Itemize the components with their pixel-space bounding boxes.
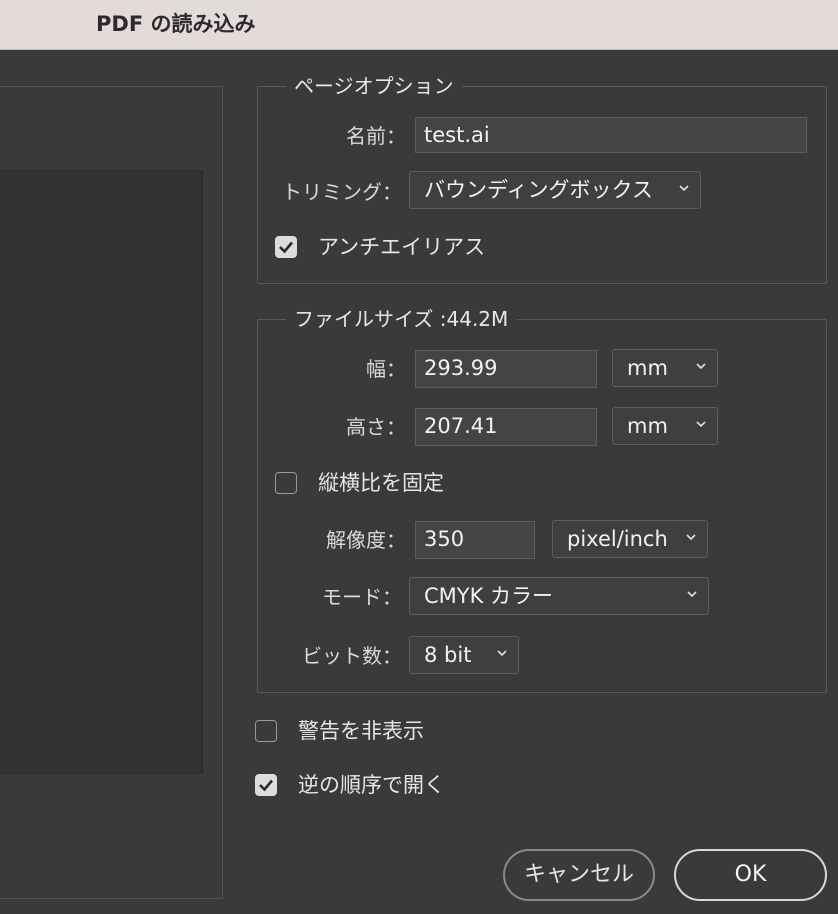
checkmark-icon [259, 779, 273, 792]
trim-select[interactable]: バウンディングボックス [409, 171, 701, 209]
name-label: 名前： [346, 124, 406, 148]
width-field[interactable]: 293.99 [415, 350, 597, 388]
bit-depth-label: ビット数： [302, 644, 402, 668]
resolution-unit-value: pixel/inch [567, 527, 668, 551]
mode-select[interactable]: CMYK カラー [409, 577, 709, 615]
constrain-proportions-checkbox[interactable] [275, 472, 297, 494]
reverse-order-label: 逆の順序で開く [298, 773, 445, 797]
chevron-down-icon [696, 421, 706, 428]
trim-label: トリミング： [282, 180, 402, 204]
window-title: PDF の読み込み [96, 12, 256, 36]
width-label: 幅： [366, 357, 406, 381]
page-preview-thumbnail[interactable] [0, 170, 203, 774]
ok-button[interactable]: OK [674, 849, 827, 901]
height-label: 高さ： [346, 415, 406, 439]
file-size-legend: ファイルサイズ :44.2M [286, 306, 517, 332]
reverse-order-checkbox[interactable] [255, 774, 277, 796]
title-bar: PDF の読み込み [0, 0, 838, 50]
name-field[interactable]: test.ai [415, 117, 807, 153]
chevron-down-icon [687, 591, 697, 598]
height-unit-select[interactable]: mm [612, 407, 718, 445]
width-unit-select[interactable]: mm [612, 349, 718, 387]
chevron-down-icon [686, 534, 696, 541]
antialias-label: アンチエイリアス [318, 235, 486, 259]
antialias-checkbox[interactable] [275, 236, 297, 258]
checkmark-icon [279, 241, 293, 254]
resolution-unit-select[interactable]: pixel/inch [552, 520, 708, 558]
bit-depth-select[interactable]: 8 bit [409, 636, 519, 674]
chevron-down-icon [679, 185, 689, 192]
mode-label: モード： [322, 585, 402, 609]
height-field[interactable]: 207.41 [415, 408, 597, 446]
page-options-legend: ページオプション [286, 73, 462, 99]
bit-depth-value: 8 bit [424, 643, 472, 667]
cancel-button[interactable]: キャンセル [503, 849, 655, 901]
chevron-down-icon [696, 363, 706, 370]
suppress-warnings-checkbox[interactable] [255, 720, 277, 742]
mode-select-value: CMYK カラー [424, 584, 554, 608]
chevron-down-icon [497, 650, 507, 657]
suppress-warnings-label: 警告を非表示 [298, 719, 424, 743]
trim-select-value: バウンディングボックス [424, 178, 653, 202]
resolution-label: 解像度： [326, 528, 406, 552]
constrain-proportions-label: 縦横比を固定 [318, 471, 444, 495]
height-unit-value: mm [627, 414, 668, 438]
width-unit-value: mm [627, 356, 668, 380]
resolution-field[interactable]: 350 [415, 521, 535, 559]
